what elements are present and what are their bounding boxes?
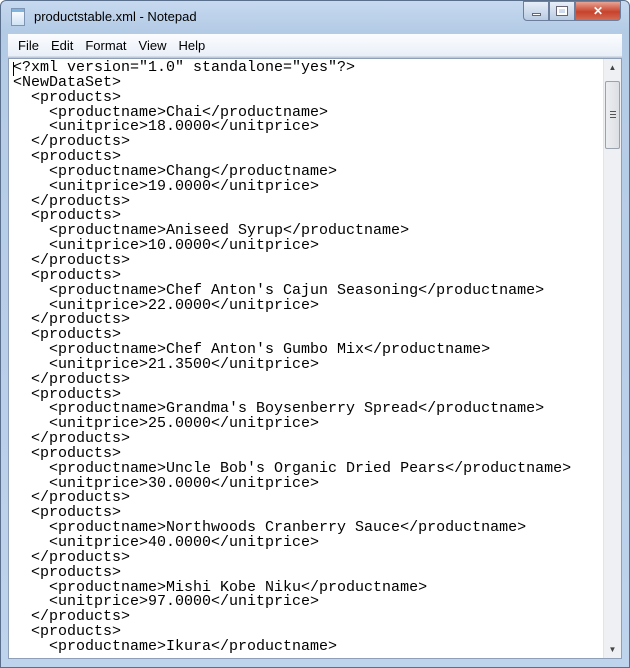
text-editor[interactable]: <?xml version="1.0" standalone="yes"?> <N…: [8, 58, 622, 659]
title-bar[interactable]: productstable.xml - Notepad ✕: [1, 1, 629, 33]
maximize-button[interactable]: [549, 1, 575, 21]
window-title: productstable.xml - Notepad: [34, 9, 197, 24]
notepad-icon: [11, 8, 25, 26]
text-line: <productname>Ikura</productname>: [13, 637, 338, 655]
scroll-up-arrow-icon[interactable]: ▲: [604, 59, 621, 76]
menu-view[interactable]: View: [133, 38, 173, 53]
minimize-button[interactable]: [523, 1, 549, 21]
close-button[interactable]: ✕: [575, 1, 621, 21]
vertical-scrollbar[interactable]: ▲ ▼: [603, 59, 621, 658]
text-caret: [13, 62, 14, 76]
menu-file[interactable]: File: [12, 38, 45, 53]
menu-edit[interactable]: Edit: [45, 38, 79, 53]
minimize-icon: [531, 12, 541, 16]
notepad-window: productstable.xml - Notepad ✕ File Edit …: [0, 0, 630, 668]
maximize-icon: [556, 6, 568, 16]
document-text[interactable]: <?xml version="1.0" standalone="yes"?> <N…: [13, 60, 571, 655]
close-icon: ✕: [592, 4, 604, 18]
menu-format[interactable]: Format: [79, 38, 132, 53]
menu-bar: File Edit Format View Help: [8, 34, 622, 57]
menu-help[interactable]: Help: [172, 38, 211, 53]
scrollbar-thumb[interactable]: [605, 81, 620, 149]
scroll-down-arrow-icon[interactable]: ▼: [604, 641, 621, 658]
